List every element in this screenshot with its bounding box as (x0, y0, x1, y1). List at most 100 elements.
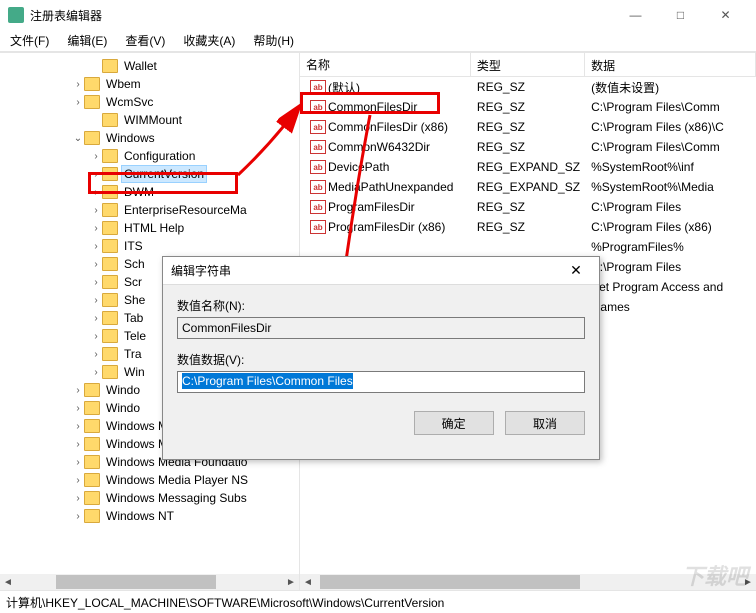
window-title: 注册表编辑器 (30, 7, 613, 24)
list-scrollbar-h[interactable]: ◄ ► (300, 574, 756, 590)
expander-icon[interactable]: › (72, 385, 84, 396)
tree-item[interactable]: Wallet (0, 57, 299, 75)
close-button[interactable]: ✕ (703, 1, 748, 29)
expander-icon[interactable]: › (90, 259, 102, 270)
expander-icon[interactable]: › (90, 241, 102, 252)
expander-icon[interactable]: › (90, 187, 102, 198)
scroll-thumb[interactable] (56, 575, 216, 589)
folder-icon (84, 509, 100, 523)
row-name: (默认) (328, 79, 360, 96)
maximize-button[interactable]: □ (658, 1, 703, 29)
list-row[interactable]: abProgramFilesDir (x86)REG_SZC:\Program … (300, 217, 756, 237)
tree-item[interactable]: › EnterpriseResourceMa (0, 201, 299, 219)
dialog-close-button[interactable]: ✕ (561, 262, 591, 279)
tree-item[interactable]: › Windows NT (0, 507, 299, 525)
expander-icon[interactable]: › (72, 439, 84, 450)
tree-item[interactable]: › Wbem (0, 75, 299, 93)
list-row[interactable]: abCommonW6432DirREG_SZC:\Program Files\C… (300, 137, 756, 157)
menu-edit[interactable]: 编辑(E) (63, 30, 111, 51)
col-data[interactable]: 数据 (585, 53, 756, 76)
string-value-icon: ab (310, 80, 326, 94)
value-data-input[interactable]: C:\Program Files\Common Files (177, 371, 585, 393)
tree-scrollbar-h[interactable]: ◄ ► (0, 574, 299, 590)
list-row[interactable]: abDevicePathREG_EXPAND_SZ%SystemRoot%\in… (300, 157, 756, 177)
tree-item[interactable]: ›Configuration (0, 147, 299, 165)
folder-icon (84, 491, 100, 505)
expander-icon[interactable]: › (72, 79, 84, 90)
folder-icon (102, 293, 118, 307)
tree-label: Windows Media Player NS (104, 472, 250, 488)
row-name: CommonFilesDir (x86) (328, 120, 448, 134)
tree-label: Windo (104, 400, 142, 416)
tree-item[interactable]: WIMMount (0, 111, 299, 129)
row-data: C:\Program Files\Comm (585, 100, 756, 114)
tree-item[interactable]: ⌄Windows (0, 129, 299, 147)
col-name[interactable]: 名称 (300, 53, 471, 76)
menu-file[interactable]: 文件(F) (6, 30, 53, 51)
expander-icon[interactable]: › (72, 493, 84, 504)
statusbar: 计算机\HKEY_LOCAL_MACHINE\SOFTWARE\Microsof… (0, 590, 756, 612)
expander-icon[interactable]: › (72, 421, 84, 432)
titlebar: 注册表编辑器 — □ ✕ (0, 0, 756, 30)
folder-icon (102, 347, 118, 361)
menu-help[interactable]: 帮助(H) (249, 30, 298, 51)
scroll-right-icon[interactable]: ► (740, 577, 756, 588)
ok-button[interactable]: 确定 (414, 411, 494, 435)
scroll-thumb[interactable] (320, 575, 580, 589)
menu-view[interactable]: 查看(V) (121, 30, 169, 51)
list-row[interactable]: abCommonFilesDirREG_SZC:\Program Files\C… (300, 97, 756, 117)
tree-item[interactable]: ›CurrentVersion (0, 165, 299, 183)
expander-icon[interactable]: › (90, 223, 102, 234)
expander-icon[interactable]: › (90, 367, 102, 378)
row-name: DevicePath (328, 160, 389, 174)
expander-icon[interactable]: › (72, 97, 84, 108)
expander-icon[interactable]: › (90, 151, 102, 162)
scroll-right-icon[interactable]: ► (283, 577, 299, 588)
folder-icon (102, 365, 118, 379)
tree-label: Wbem (104, 76, 143, 92)
row-data: %SystemRoot%\inf (585, 160, 756, 174)
tree-item[interactable]: ›WcmSvc (0, 93, 299, 111)
list-row[interactable]: ab(默认)REG_SZ(数值未设置) (300, 77, 756, 97)
folder-icon (102, 167, 118, 181)
folder-icon (102, 113, 118, 127)
tree-item[interactable]: ›DWM (0, 183, 299, 201)
expander-icon[interactable]: › (90, 295, 102, 306)
col-type[interactable]: 类型 (471, 53, 585, 76)
row-name: ProgramFilesDir (x86) (328, 220, 445, 234)
expander-icon[interactable]: › (72, 475, 84, 486)
app-icon (8, 7, 24, 23)
expander-icon[interactable]: › (90, 349, 102, 360)
expander-icon[interactable]: › (90, 205, 102, 216)
cancel-button[interactable]: 取消 (505, 411, 585, 435)
tree-item[interactable]: › Windows Media Player NS (0, 471, 299, 489)
minimize-button[interactable]: — (613, 1, 658, 29)
tree-item[interactable]: ›ITS (0, 237, 299, 255)
folder-icon (84, 473, 100, 487)
list-row[interactable]: %ProgramFiles% (300, 237, 756, 257)
expander-icon[interactable]: › (90, 331, 102, 342)
dialog-titlebar: 编辑字符串 ✕ (163, 257, 599, 285)
list-row[interactable]: abProgramFilesDirREG_SZC:\Program Files (300, 197, 756, 217)
dialog-title: 编辑字符串 (171, 262, 561, 279)
tree-label: Windows NT (104, 508, 176, 524)
expander-icon[interactable]: › (72, 457, 84, 468)
expander-icon[interactable]: › (72, 403, 84, 414)
scroll-left-icon[interactable]: ◄ (300, 577, 316, 588)
expander-icon[interactable]: ⌄ (72, 133, 84, 144)
expander-icon[interactable]: › (72, 511, 84, 522)
tree-label: EnterpriseResourceMa (122, 202, 249, 218)
list-row[interactable]: abCommonFilesDir (x86)REG_SZC:\Program F… (300, 117, 756, 137)
list-row[interactable]: abMediaPathUnexpandedREG_EXPAND_SZ%Syste… (300, 177, 756, 197)
tree-item[interactable]: ›HTML Help (0, 219, 299, 237)
expander-icon[interactable]: › (90, 313, 102, 324)
expander-icon[interactable]: › (90, 277, 102, 288)
tree-item[interactable]: ›Windows Messaging Subs (0, 489, 299, 507)
menu-favorites[interactable]: 收藏夹(A) (179, 30, 239, 51)
folder-icon (84, 437, 100, 451)
folder-icon (102, 221, 118, 235)
value-name-input[interactable] (177, 317, 585, 339)
folder-icon (102, 203, 118, 217)
scroll-left-icon[interactable]: ◄ (0, 577, 16, 588)
expander-icon[interactable]: › (90, 169, 102, 180)
